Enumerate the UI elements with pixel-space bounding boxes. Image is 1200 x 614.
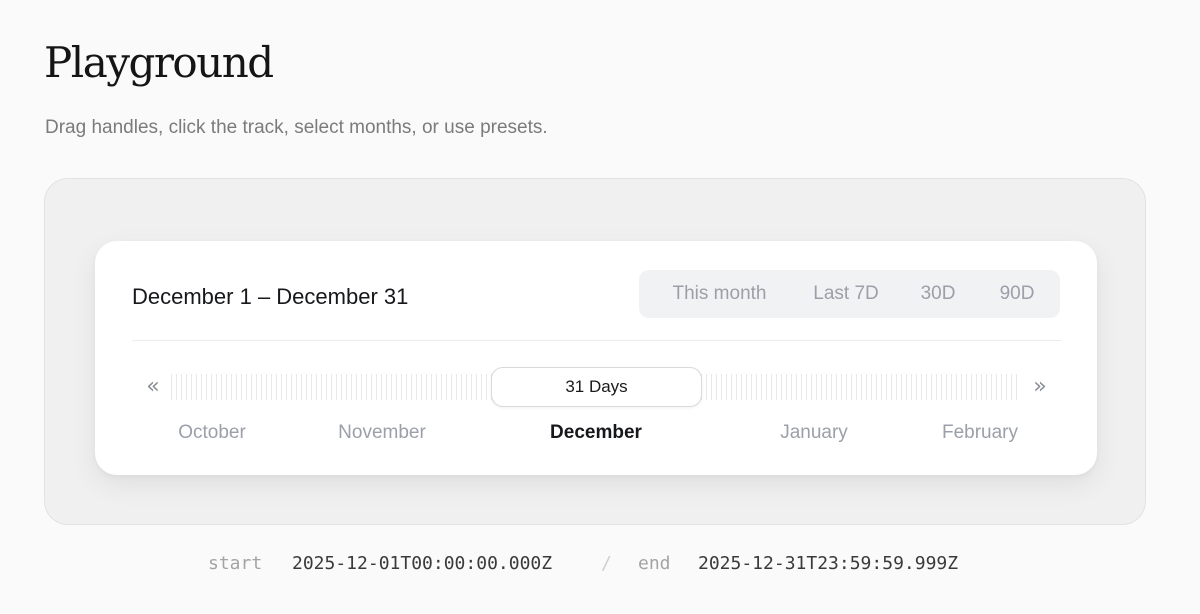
range-output: start 2025-12-01T00:00:00.000Z / end 202… xyxy=(0,551,1200,577)
page-title: Playground xyxy=(44,38,274,87)
selection-range-handle[interactable]: 31 Days xyxy=(491,367,702,407)
end-label: end xyxy=(638,553,671,574)
next-months-button[interactable]: » xyxy=(1030,373,1050,401)
preset-90d-button[interactable]: 90D xyxy=(989,270,1045,318)
date-range-picker-card: December 1 – December 31 This month Last… xyxy=(95,241,1097,475)
prev-months-button[interactable]: « xyxy=(143,373,163,401)
month-october[interactable]: October xyxy=(178,421,246,445)
header-divider xyxy=(132,340,1061,341)
preset-last-7d-button[interactable]: Last 7D xyxy=(799,270,893,318)
playground-stage: December 1 – December 31 This month Last… xyxy=(44,178,1146,525)
preset-30d-button[interactable]: 30D xyxy=(911,270,965,318)
selected-range-label: December 1 – December 31 xyxy=(132,284,409,309)
end-value: 2025-12-31T23:59:59.999Z xyxy=(698,553,959,574)
month-november[interactable]: November xyxy=(338,421,426,445)
start-value: 2025-12-01T00:00:00.000Z xyxy=(292,553,553,574)
page-subtitle: Drag handles, click the track, select mo… xyxy=(45,117,548,138)
month-january[interactable]: January xyxy=(780,421,848,445)
month-february[interactable]: February xyxy=(942,421,1018,445)
preset-this-month-button[interactable]: This month xyxy=(652,270,787,318)
month-december[interactable]: December xyxy=(550,421,642,445)
output-separator: / xyxy=(601,553,612,574)
preset-group: This month Last 7D 30D 90D xyxy=(639,270,1060,318)
start-label: start xyxy=(208,553,263,574)
